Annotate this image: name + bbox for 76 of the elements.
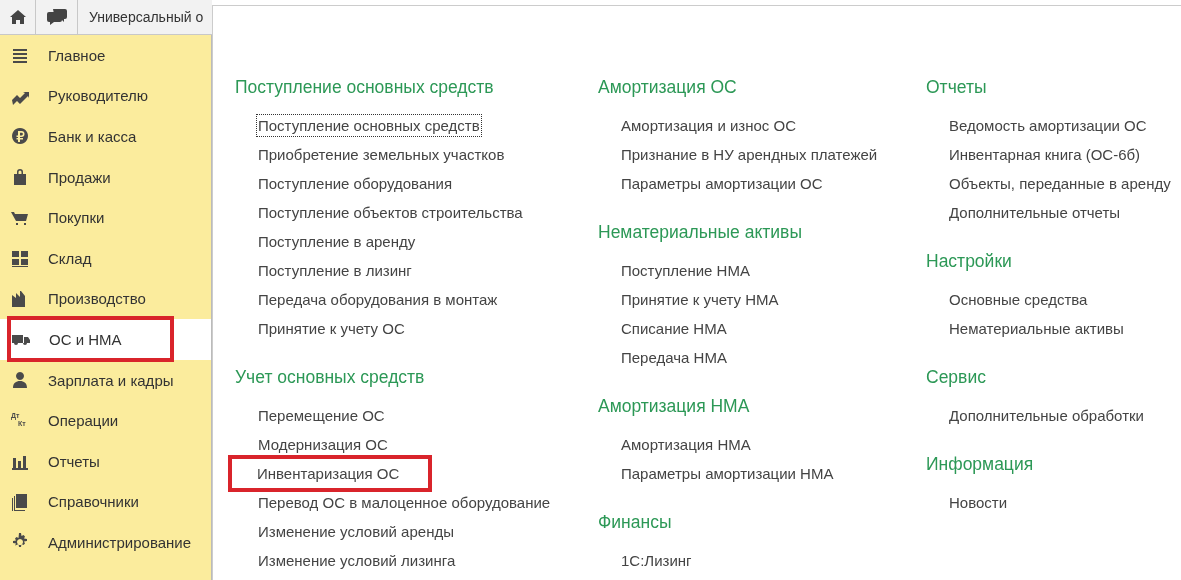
menu-link[interactable]: Модернизация ОС bbox=[256, 433, 390, 456]
section-heading: Амортизация НМА bbox=[598, 395, 751, 418]
home-icon bbox=[8, 9, 27, 25]
menu-link[interactable]: 1С:Лизинг bbox=[619, 549, 694, 572]
section-heading: Отчеты bbox=[926, 76, 988, 99]
sidebar-item[interactable]: Склад bbox=[0, 237, 211, 279]
menu-link[interactable]: Приобретение земельных участков bbox=[256, 143, 507, 166]
sidebar-item[interactable]: Отчеты bbox=[0, 440, 211, 482]
menu-link[interactable]: Параметры амортизации ОС bbox=[619, 172, 825, 195]
menu-link[interactable]: Амортизация и износ ОС bbox=[619, 114, 798, 137]
sidebar-item-label: Производство bbox=[48, 290, 146, 308]
sidebar-item-label: Справочники bbox=[48, 493, 139, 511]
sidebar-item[interactable]: Руководителю bbox=[0, 75, 211, 117]
sidebar-item-label: Склад bbox=[48, 249, 92, 267]
chat-bubbles-icon bbox=[46, 8, 67, 26]
menu-link[interactable]: Инвентаризация ОС bbox=[228, 455, 433, 492]
menu-link[interactable]: Изменение условий лизинга bbox=[256, 549, 458, 572]
sidebar-item-label: Покупки bbox=[48, 209, 105, 227]
sidebar-item-label: Операции bbox=[48, 412, 119, 430]
menu-link[interactable]: Дополнительные обработки bbox=[947, 404, 1146, 427]
sidebar-item[interactable]: Справочники bbox=[0, 481, 211, 523]
menu-icon bbox=[11, 46, 29, 65]
bag-icon bbox=[11, 168, 29, 187]
menu-link[interactable]: Перемещение ОС bbox=[256, 404, 387, 427]
menu-link[interactable]: Ведомость амортизации ОС bbox=[947, 114, 1149, 137]
sidebar-item[interactable]: Зарплата и кадры bbox=[0, 359, 211, 401]
menu-link[interactable]: Принятие к учету НМА bbox=[619, 288, 781, 311]
menu-link[interactable]: Нематериальные активы bbox=[947, 317, 1126, 340]
menu-link[interactable]: Новости bbox=[947, 491, 1010, 514]
sidebar-item-label: Руководителю bbox=[48, 87, 149, 105]
menu-link[interactable]: Поступление в аренду bbox=[256, 230, 418, 253]
menu-link[interactable]: Инвентарная книга (ОС-6б) bbox=[947, 143, 1143, 166]
sidebar-item-label: Главное bbox=[48, 46, 106, 64]
menu-link[interactable]: Принятие к учету ОС bbox=[256, 317, 407, 340]
section-heading: Информация bbox=[926, 453, 1035, 476]
menu-link[interactable]: Объекты, переданные в аренду bbox=[947, 172, 1173, 195]
sidebar-item-label: Зарплата и кадры bbox=[48, 371, 174, 389]
section-heading: Финансы bbox=[598, 511, 673, 534]
menu-link[interactable]: Дополнительные отчеты bbox=[947, 201, 1123, 224]
person-icon bbox=[11, 371, 29, 390]
sidebar-item-label: ОС и НМА bbox=[49, 330, 122, 348]
menu-link[interactable]: Основные средства bbox=[947, 288, 1090, 311]
sidebar-item-label: Продажи bbox=[48, 168, 111, 186]
menu-link[interactable]: Поступление в лизинг bbox=[256, 259, 414, 282]
section-heading: Учет основных средств bbox=[235, 366, 426, 389]
sidebar-item[interactable]: Администрирование bbox=[0, 522, 211, 563]
sidebar-item[interactable]: Продажи bbox=[0, 156, 211, 198]
ruble-coin-icon bbox=[11, 127, 29, 146]
grid-icon bbox=[11, 249, 29, 268]
section-heading: Настройки bbox=[926, 250, 1013, 273]
menu-link[interactable]: Амортизация НМА bbox=[619, 433, 753, 456]
sidebar-item[interactable]: ОС и НМА bbox=[0, 319, 211, 360]
menu-link[interactable]: Списание НМА bbox=[619, 317, 729, 340]
menu-link[interactable]: Перевод ОС в малоценное оборудование bbox=[256, 491, 553, 514]
section-heading: Поступление основных средств bbox=[235, 76, 495, 99]
menu-link[interactable]: Поступление оборудования bbox=[256, 172, 455, 195]
menu-link[interactable]: Параметры амортизации НМА bbox=[619, 462, 836, 485]
menu-link[interactable]: Изменение условий аренды bbox=[256, 520, 456, 543]
section-heading: Нематериальные активы bbox=[598, 221, 803, 244]
sidebar-item-label: Отчеты bbox=[48, 452, 100, 470]
sidebar-item[interactable]: Покупки bbox=[0, 197, 211, 238]
section-heading: Амортизация ОС bbox=[598, 76, 738, 99]
books-icon bbox=[11, 492, 29, 511]
section-heading: Сервис bbox=[926, 366, 987, 389]
menu-link[interactable]: Передача оборудования в монтаж bbox=[256, 288, 500, 311]
sidebar-item-label: Администрирование bbox=[48, 533, 192, 551]
menu-link[interactable]: Признание в НУ арендных платежей bbox=[619, 143, 880, 166]
sidebar-item-label: Банк и касса bbox=[48, 128, 137, 145]
app-title-tab[interactable]: Универсальный о bbox=[78, 0, 204, 34]
menu-link[interactable]: Передача НМА bbox=[619, 346, 729, 369]
menu-link[interactable]: Поступление объектов строительства bbox=[256, 201, 525, 224]
sidebar-item[interactable]: Главное bbox=[0, 35, 211, 76]
sidebar-item[interactable]: Производство bbox=[0, 278, 211, 320]
sidebar-item[interactable]: Банк и касса bbox=[0, 116, 211, 157]
menu-link[interactable]: Поступление основных средств bbox=[256, 114, 482, 137]
menu-link[interactable]: Поступление НМА bbox=[619, 259, 752, 282]
